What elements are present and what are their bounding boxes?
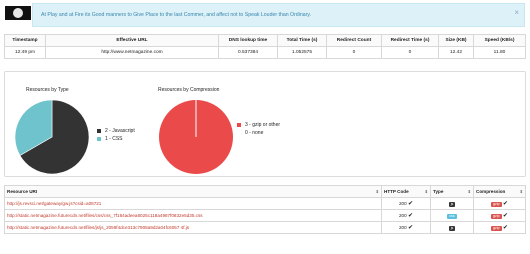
legend-item-javascript: 2 - Javascript bbox=[97, 128, 135, 134]
type-badge: css bbox=[447, 213, 457, 219]
resources-header-code[interactable]: HTTP Code ⇕ bbox=[381, 185, 431, 198]
resources-table: Resource URI ⇕ HTTP Code ⇕ Type ⇕ Compressi… bbox=[4, 185, 526, 234]
type-badge: js bbox=[448, 225, 456, 231]
legend-label-gzip: 3 - gzip or other bbox=[245, 122, 281, 128]
summary-header-row: Timestamp Effective URL DNS lookup time … bbox=[4, 34, 526, 47]
resource-uri-link[interactable]: http://static.netmagazine.futurecdn.net/… bbox=[4, 221, 382, 234]
chart-title-compression: Resources by Compression bbox=[158, 87, 220, 93]
resources-header-compression[interactable]: Compression ⇕ bbox=[473, 185, 526, 198]
http-code-cell: 200 ✔ bbox=[381, 221, 431, 234]
table-row: http://static.netmagazine.futurecdn.net/… bbox=[4, 209, 526, 222]
sort-icon: ⇕ bbox=[467, 189, 471, 194]
legend-item-gzip: 3 - gzip or other bbox=[237, 122, 280, 128]
summary-header-size: Size (KB) bbox=[438, 34, 474, 47]
type-cell: js bbox=[430, 221, 474, 234]
pie-chart-compression bbox=[159, 100, 233, 174]
summary-table: Timestamp Effective URL DNS lookup time … bbox=[4, 34, 526, 59]
check-icon: ✔ bbox=[407, 201, 413, 207]
summary-timestamp: 12:49 pm bbox=[4, 46, 46, 59]
summary-speed: 11.80 bbox=[473, 46, 526, 59]
alert-banner: At Play and at Fire its Good manners to … bbox=[32, 3, 525, 27]
legend-label-javascript: 2 - Javascript bbox=[105, 128, 135, 134]
resources-header-type-label: Type bbox=[433, 189, 444, 194]
summary-row: 12:49 pm http://www.netmagazine.com 0.53… bbox=[4, 46, 526, 59]
check-icon: ✔ bbox=[407, 225, 413, 231]
summary-header-timestamp: Timestamp bbox=[4, 34, 46, 47]
resources-header-uri-label: Resource URI bbox=[7, 189, 38, 194]
type-cell: js bbox=[430, 197, 474, 210]
legend-swatch-javascript bbox=[97, 128, 101, 133]
resources-header-row: Resource URI ⇕ HTTP Code ⇕ Type ⇕ Compressi… bbox=[4, 185, 526, 198]
resource-uri-link[interactable]: http://js.revsci.net/gateway/gw.js?csid=… bbox=[4, 197, 382, 210]
legend-swatch-gzip bbox=[237, 122, 241, 127]
resources-header-type[interactable]: Type ⇕ bbox=[430, 185, 474, 198]
check-icon: ✔ bbox=[502, 225, 508, 231]
resource-uri-link[interactable]: http://static.netmagazine.futurecdn.net/… bbox=[4, 209, 382, 222]
summary-redirect-time: 0 bbox=[381, 46, 439, 59]
compression-badge: gzip bbox=[491, 202, 502, 207]
legend-label-none: 0 - none bbox=[245, 130, 264, 136]
check-icon: ✔ bbox=[502, 201, 508, 207]
http-code: 200 bbox=[399, 225, 407, 230]
legend-swatch-none bbox=[237, 130, 241, 135]
sort-icon: ⇕ bbox=[375, 189, 379, 194]
http-code: 200 bbox=[399, 201, 407, 206]
charts-panel: Resources by Type 2 - Javascript 1 - CSS… bbox=[4, 71, 526, 177]
summary-header-redirect-time: Redirect Time (s) bbox=[381, 34, 439, 47]
close-icon[interactable]: × bbox=[514, 9, 519, 17]
check-icon: ✔ bbox=[502, 213, 508, 219]
legend-item-none: 0 - none bbox=[237, 130, 263, 136]
summary-total-time: 1.052575 bbox=[277, 46, 327, 59]
summary-header-total-time: Total Time (s) bbox=[277, 34, 327, 47]
type-badge: js bbox=[448, 201, 456, 207]
summary-header-effective-url: Effective URL bbox=[45, 34, 219, 47]
http-code-cell: 200 ✔ bbox=[381, 197, 431, 210]
legend-item-css: 1 - CSS bbox=[97, 136, 123, 142]
type-cell: css bbox=[430, 209, 474, 222]
http-code: 200 bbox=[399, 213, 407, 218]
resources-header-uri[interactable]: Resource URI ⇕ bbox=[4, 185, 382, 198]
summary-effective-url: http://www.netmagazine.com bbox=[45, 46, 219, 59]
resources-header-code-label: HTTP Code bbox=[384, 189, 409, 194]
table-row: http://static.netmagazine.futurecdn.net/… bbox=[4, 221, 526, 234]
app-logo bbox=[5, 6, 31, 20]
legend-label-css: 1 - CSS bbox=[105, 136, 123, 142]
compression-cell: gzip ✔ bbox=[473, 209, 526, 222]
compression-cell: gzip ✔ bbox=[473, 197, 526, 210]
compression-badge: gzip bbox=[491, 226, 502, 231]
summary-header-speed: Speed (KB/s) bbox=[473, 34, 526, 47]
chart-title-type: Resources by Type bbox=[26, 87, 69, 93]
summary-header-dns: DNS lookup time bbox=[218, 34, 278, 47]
table-row: http://js.revsci.net/gateway/gw.js?csid=… bbox=[4, 197, 526, 210]
pie-chart-type bbox=[14, 99, 90, 175]
resources-header-compression-label: Compression bbox=[476, 189, 506, 194]
sort-icon: ⇕ bbox=[424, 189, 428, 194]
alert-text: At Play and at Fire its Good manners to … bbox=[41, 12, 311, 18]
compression-badge: gzip bbox=[491, 214, 502, 219]
sort-icon: ⇕ bbox=[519, 189, 523, 194]
check-icon: ✔ bbox=[407, 213, 413, 219]
legend-swatch-css bbox=[97, 136, 101, 141]
summary-header-redirect-count: Redirect Count bbox=[326, 34, 382, 47]
http-code-cell: 200 ✔ bbox=[381, 209, 431, 222]
compression-cell: gzip ✔ bbox=[473, 221, 526, 234]
summary-dns: 0.537384 bbox=[218, 46, 278, 59]
summary-redirect-count: 0 bbox=[326, 46, 382, 59]
summary-size: 12.42 bbox=[438, 46, 474, 59]
